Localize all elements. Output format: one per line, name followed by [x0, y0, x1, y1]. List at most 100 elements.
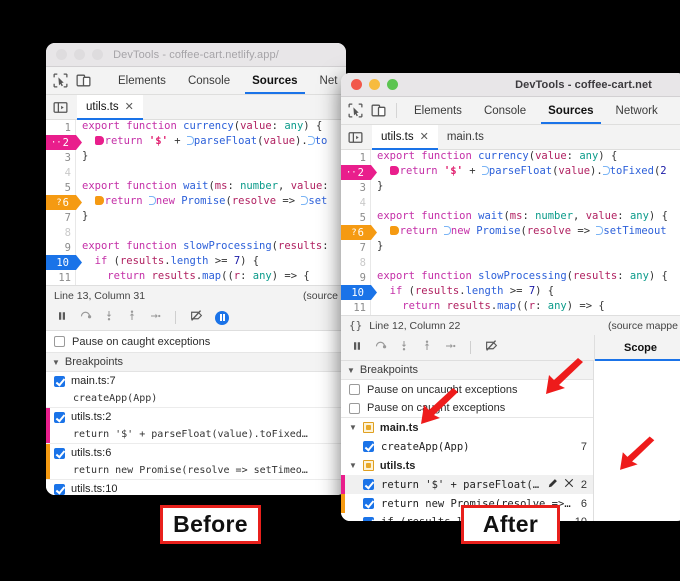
after-traffic-lights[interactable] — [341, 79, 398, 90]
step-over-button[interactable] — [79, 309, 92, 327]
pretty-print-button[interactable]: {} — [349, 319, 362, 332]
step-out-button[interactable] — [421, 339, 433, 357]
line-code: return results.map((r: any) => { — [107, 270, 310, 282]
step-into-button[interactable] — [103, 309, 115, 327]
inspect-element-icon[interactable] — [347, 102, 364, 119]
breakpoint-checkbox[interactable] — [363, 441, 374, 452]
breakpoint-location[interactable]: utils.ts:6 — [46, 444, 346, 462]
remove-breakpoint-icon[interactable] — [564, 478, 574, 491]
before-code-editor[interactable]: 1 export function currency(value: any) {… — [46, 120, 346, 285]
toolbar-divider — [175, 311, 176, 324]
breakpoint-entry[interactable]: utils.ts:6 return new Promise(resolve =>… — [46, 444, 346, 480]
inline-breakpoint-dot[interactable] — [602, 166, 610, 175]
inline-breakpoint-chip[interactable] — [94, 136, 104, 145]
breakpoint-checkbox[interactable] — [363, 498, 374, 509]
breakpoint-checkbox[interactable] — [54, 411, 65, 423]
code-line: 3 } — [46, 150, 346, 165]
pause-on-caught-checkbox[interactable] — [349, 402, 360, 414]
inline-breakpoint-dot[interactable] — [481, 166, 489, 175]
inline-breakpoint-chip[interactable] — [389, 166, 399, 175]
code-line: ? 6 return new Promise(resolve => set — [46, 195, 346, 210]
tab-sources[interactable]: Sources — [537, 97, 604, 124]
tab-elements[interactable]: Elements — [403, 97, 473, 124]
file-tab-utils-ts[interactable]: utils.ts ✕ — [372, 125, 438, 150]
tab-scope[interactable]: Scope — [594, 335, 680, 361]
close-icon[interactable]: ✕ — [420, 131, 429, 143]
pause-on-uncaught-exceptions-row[interactable]: Pause on uncaught exceptions — [341, 380, 593, 399]
breakpoint-location[interactable]: main.ts:7 — [46, 372, 346, 390]
window-zoom-button[interactable] — [387, 79, 398, 90]
breakpoint-entry[interactable]: utils.ts:2 return '$' + parseFloat(value… — [46, 408, 346, 444]
tab-sources[interactable]: Sources — [241, 67, 308, 94]
line-code: export function wait(ms: number, value: … — [377, 210, 668, 222]
cursor-position: Line 13, Column 31 — [54, 289, 146, 302]
inline-breakpoint-dot[interactable] — [186, 136, 194, 145]
tab-console[interactable]: Console — [177, 67, 241, 94]
window-close-button[interactable] — [351, 79, 362, 90]
edit-breakpoint-icon[interactable] — [547, 478, 558, 492]
line-number-breakpoint-6[interactable]: ? 6 — [46, 195, 76, 210]
breakpoint-checkbox[interactable] — [363, 516, 374, 521]
device-toolbar-icon[interactable] — [370, 102, 387, 119]
tab-elements[interactable]: Elements — [107, 67, 177, 94]
line-number-breakpoint-2[interactable]: ·· 2 — [341, 165, 371, 180]
breakpoint-location[interactable]: utils.ts:10 — [46, 480, 346, 495]
breakpoint-entry[interactable]: main.ts:7 createApp(App) — [46, 372, 346, 408]
breakpoint-entry[interactable]: utils.ts:10 — [46, 480, 346, 495]
pause-on-caught-exceptions-row[interactable]: Pause on caught exceptions — [46, 331, 346, 353]
line-number-breakpoint-6[interactable]: ? 6 — [341, 225, 371, 240]
device-toolbar-icon[interactable] — [75, 72, 92, 89]
code-line: ? 6 return new Promise(resolve => setTim… — [341, 225, 680, 240]
deactivate-breakpoints-button[interactable] — [484, 339, 499, 357]
breakpoint-group-utils-ts[interactable]: ▼ utils.ts — [341, 456, 593, 475]
line-number-breakpoint-10[interactable]: 10 — [341, 285, 371, 300]
breakpoint-group-main-ts[interactable]: ▼ main.ts — [341, 418, 593, 437]
pause-on-caught-exceptions-row[interactable]: Pause on caught exceptions — [341, 399, 593, 418]
resume-button[interactable] — [56, 309, 68, 327]
file-tab-utils-ts[interactable]: utils.ts ✕ — [77, 95, 143, 120]
pause-on-exceptions-button[interactable] — [215, 310, 229, 325]
after-breakpoints-section-header[interactable]: ▼ Breakpoints — [341, 361, 593, 380]
window-minimize-button[interactable] — [369, 79, 380, 90]
step-over-button[interactable] — [374, 339, 387, 357]
step-out-button[interactable] — [126, 309, 138, 327]
chevron-down-icon[interactable]: ▼ — [347, 366, 355, 375]
after-code-editor[interactable]: 1 export function currency(value: any) {… — [341, 150, 680, 315]
show-navigator-icon[interactable] — [347, 125, 372, 149]
tab-console[interactable]: Console — [473, 97, 537, 124]
tab-network[interactable]: Network — [605, 97, 669, 124]
pause-on-caught-checkbox[interactable] — [54, 336, 65, 347]
code-line: 9 export function slowProcessing(results… — [341, 270, 680, 285]
breakpoint-checkbox[interactable] — [54, 483, 65, 495]
step-button[interactable] — [149, 309, 162, 327]
breakpoint-location[interactable]: utils.ts:2 — [46, 408, 346, 426]
file-tab-main-ts[interactable]: main.ts — [438, 125, 493, 149]
inline-breakpoint-dot[interactable] — [443, 226, 451, 235]
inspect-element-icon[interactable] — [52, 72, 69, 89]
close-icon[interactable]: ✕ — [125, 101, 134, 113]
pause-on-uncaught-checkbox[interactable] — [349, 384, 360, 395]
line-number-breakpoint-2[interactable]: ·· 2 — [46, 135, 76, 150]
step-into-button[interactable] — [398, 339, 410, 357]
resume-button[interactable] — [351, 339, 363, 357]
before-file-tabbar: utils.ts ✕ — [46, 95, 346, 120]
inline-breakpoint-chip[interactable] — [389, 226, 399, 235]
breakpoint-row[interactable]: createApp(App) 7 — [341, 437, 593, 456]
chevron-down-icon[interactable]: ▼ — [349, 461, 357, 470]
line-number-breakpoint-10[interactable]: 10 — [46, 255, 76, 270]
inline-breakpoint-dot[interactable] — [307, 136, 315, 145]
inline-breakpoint-chip[interactable] — [94, 196, 104, 205]
before-breakpoints-section-header[interactable]: ▼ Breakpoints — [46, 353, 346, 372]
deactivate-breakpoints-button[interactable] — [189, 309, 204, 327]
code-line: 11 return results.map((r: any) => { — [46, 270, 346, 285]
breakpoint-checkbox[interactable] — [363, 479, 374, 490]
chevron-down-icon[interactable]: ▼ — [52, 358, 60, 367]
breakpoint-checkbox[interactable] — [54, 375, 65, 387]
file-tab-label: main.ts — [446, 131, 484, 143]
inline-breakpoint-dot[interactable] — [148, 196, 156, 205]
show-navigator-icon[interactable] — [52, 95, 77, 119]
breakpoint-row[interactable]: return '$' + parseFloat(value)… 2 — [341, 475, 593, 494]
step-button[interactable] — [444, 339, 457, 357]
breakpoint-checkbox[interactable] — [54, 447, 65, 459]
chevron-down-icon[interactable]: ▼ — [349, 423, 357, 432]
